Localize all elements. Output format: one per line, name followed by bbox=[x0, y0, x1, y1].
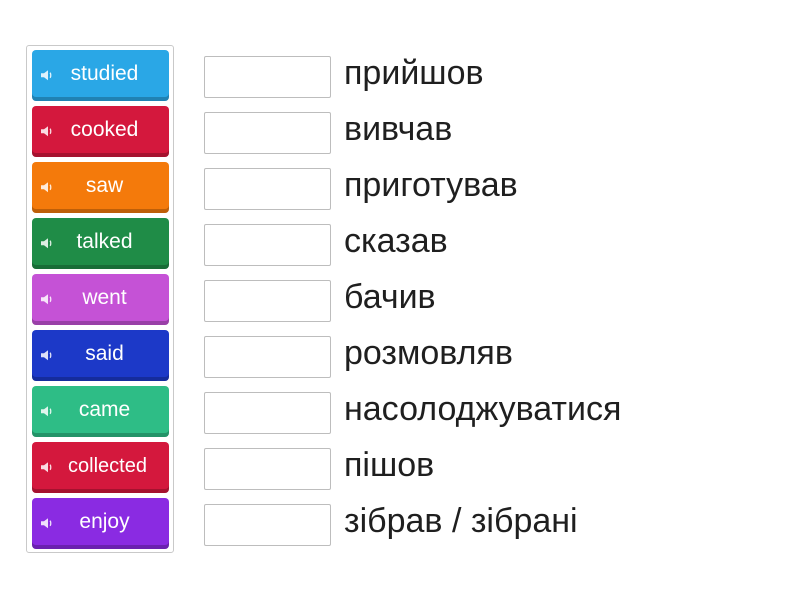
drop-slot[interactable] bbox=[204, 336, 331, 378]
word-tile-studied[interactable]: studied bbox=[32, 50, 169, 101]
drop-slot[interactable] bbox=[204, 392, 331, 434]
word-tile-came[interactable]: came bbox=[32, 386, 169, 437]
speaker-icon[interactable] bbox=[40, 180, 54, 194]
word-tile-label: went bbox=[82, 286, 127, 309]
word-tile-label: saw bbox=[85, 174, 124, 197]
drop-slot[interactable] bbox=[204, 224, 331, 266]
word-tile-talked[interactable]: talked bbox=[32, 218, 169, 269]
target-word: сказав bbox=[344, 222, 448, 260]
target-word: розмовляв bbox=[344, 334, 513, 372]
word-tile-label: studied bbox=[70, 62, 139, 85]
speaker-icon[interactable] bbox=[40, 516, 54, 530]
drop-slot[interactable] bbox=[204, 504, 331, 546]
word-tile-label: said bbox=[85, 342, 124, 365]
word-tile-label: talked bbox=[76, 230, 133, 253]
target-word: пішов bbox=[344, 446, 435, 484]
speaker-icon[interactable] bbox=[40, 460, 54, 474]
drop-slot[interactable] bbox=[204, 56, 331, 98]
drop-slot[interactable] bbox=[204, 448, 331, 490]
speaker-icon[interactable] bbox=[40, 348, 54, 362]
target-word: бачив bbox=[344, 278, 436, 316]
word-tile-went[interactable]: went bbox=[32, 274, 169, 325]
word-tile-label: cooked bbox=[70, 118, 139, 141]
target-word: зібрав / зібрані bbox=[344, 502, 578, 540]
drop-slot[interactable] bbox=[204, 112, 331, 154]
target-word: вивчав bbox=[344, 110, 453, 148]
drop-slot[interactable] bbox=[204, 168, 331, 210]
word-tile-said[interactable]: said bbox=[32, 330, 169, 381]
word-tile-collected[interactable]: collected bbox=[32, 442, 169, 493]
speaker-icon[interactable] bbox=[40, 236, 54, 250]
word-tile-cooked[interactable]: cooked bbox=[32, 106, 169, 157]
drop-slot[interactable] bbox=[204, 280, 331, 322]
speaker-icon[interactable] bbox=[40, 292, 54, 306]
speaker-icon[interactable] bbox=[40, 124, 54, 138]
target-word: прийшов bbox=[344, 54, 484, 92]
word-tile-label: enjoy bbox=[79, 510, 130, 533]
word-tile-enjoy[interactable]: enjoy bbox=[32, 498, 169, 549]
word-tile-label: collected bbox=[68, 454, 147, 477]
word-tile-saw[interactable]: saw bbox=[32, 162, 169, 213]
target-word: насолоджуватися bbox=[344, 390, 622, 428]
word-tile-label: came bbox=[78, 398, 131, 421]
target-word: приготував bbox=[344, 166, 518, 204]
speaker-icon[interactable] bbox=[40, 68, 54, 82]
speaker-icon[interactable] bbox=[40, 404, 54, 418]
